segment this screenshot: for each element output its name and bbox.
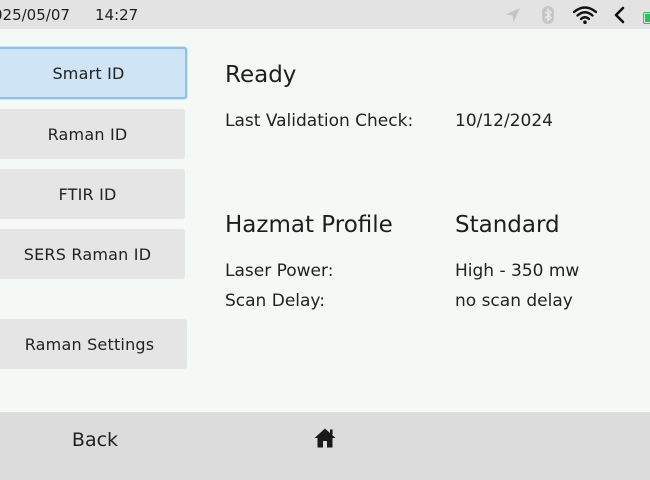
nav-smart-id-label: Smart ID bbox=[52, 63, 125, 83]
bluetooth-icon bbox=[539, 5, 557, 29]
hazmat-profile-label: Hazmat Profile bbox=[225, 212, 393, 238]
scan-delay-label: Scan Delay: bbox=[225, 291, 325, 311]
back-button-label: Back bbox=[71, 429, 119, 451]
nav-sers-raman-id-button[interactable]: SERS Raman ID bbox=[0, 229, 185, 279]
validation-label: Last Validation Check: bbox=[225, 111, 414, 131]
scan-delay-value: no scan delay bbox=[455, 291, 573, 311]
validation-value: 10/12/2024 bbox=[455, 111, 553, 131]
laser-power-label: Laser Power: bbox=[225, 261, 334, 281]
status-date: 025/05/07 bbox=[0, 6, 70, 24]
nav-raman-settings-button[interactable]: Raman Settings bbox=[0, 319, 187, 369]
bottom-bar: Back bbox=[0, 412, 650, 480]
home-icon bbox=[313, 427, 337, 453]
status-bar: 025/05/07 14:27 bbox=[0, 0, 650, 29]
nav-ftir-id-label: FTIR ID bbox=[58, 184, 117, 204]
location-icon bbox=[503, 5, 523, 29]
nav-ftir-id-button[interactable]: FTIR ID bbox=[0, 169, 185, 219]
home-button[interactable] bbox=[300, 422, 350, 458]
wifi-icon bbox=[572, 5, 598, 29]
back-chevron-icon[interactable] bbox=[611, 5, 627, 29]
nav-raman-id-button[interactable]: Raman ID bbox=[0, 109, 185, 159]
nav-sers-raman-id-label: SERS Raman ID bbox=[23, 244, 152, 264]
hazmat-profile-value: Standard bbox=[455, 212, 560, 238]
nav-raman-settings-label: Raman Settings bbox=[24, 334, 155, 354]
device-screen: 025/05/07 14:27 Smart ID Raman ID FTIR I… bbox=[0, 0, 650, 480]
laser-power-value: High - 350 mw bbox=[455, 261, 580, 281]
device-status-heading: Ready bbox=[225, 62, 297, 88]
back-button[interactable]: Back bbox=[40, 420, 150, 460]
nav-smart-id-button[interactable]: Smart ID bbox=[0, 47, 187, 99]
battery-icon bbox=[643, 9, 650, 28]
status-time: 14:27 bbox=[95, 6, 139, 24]
nav-raman-id-label: Raman ID bbox=[47, 124, 128, 144]
